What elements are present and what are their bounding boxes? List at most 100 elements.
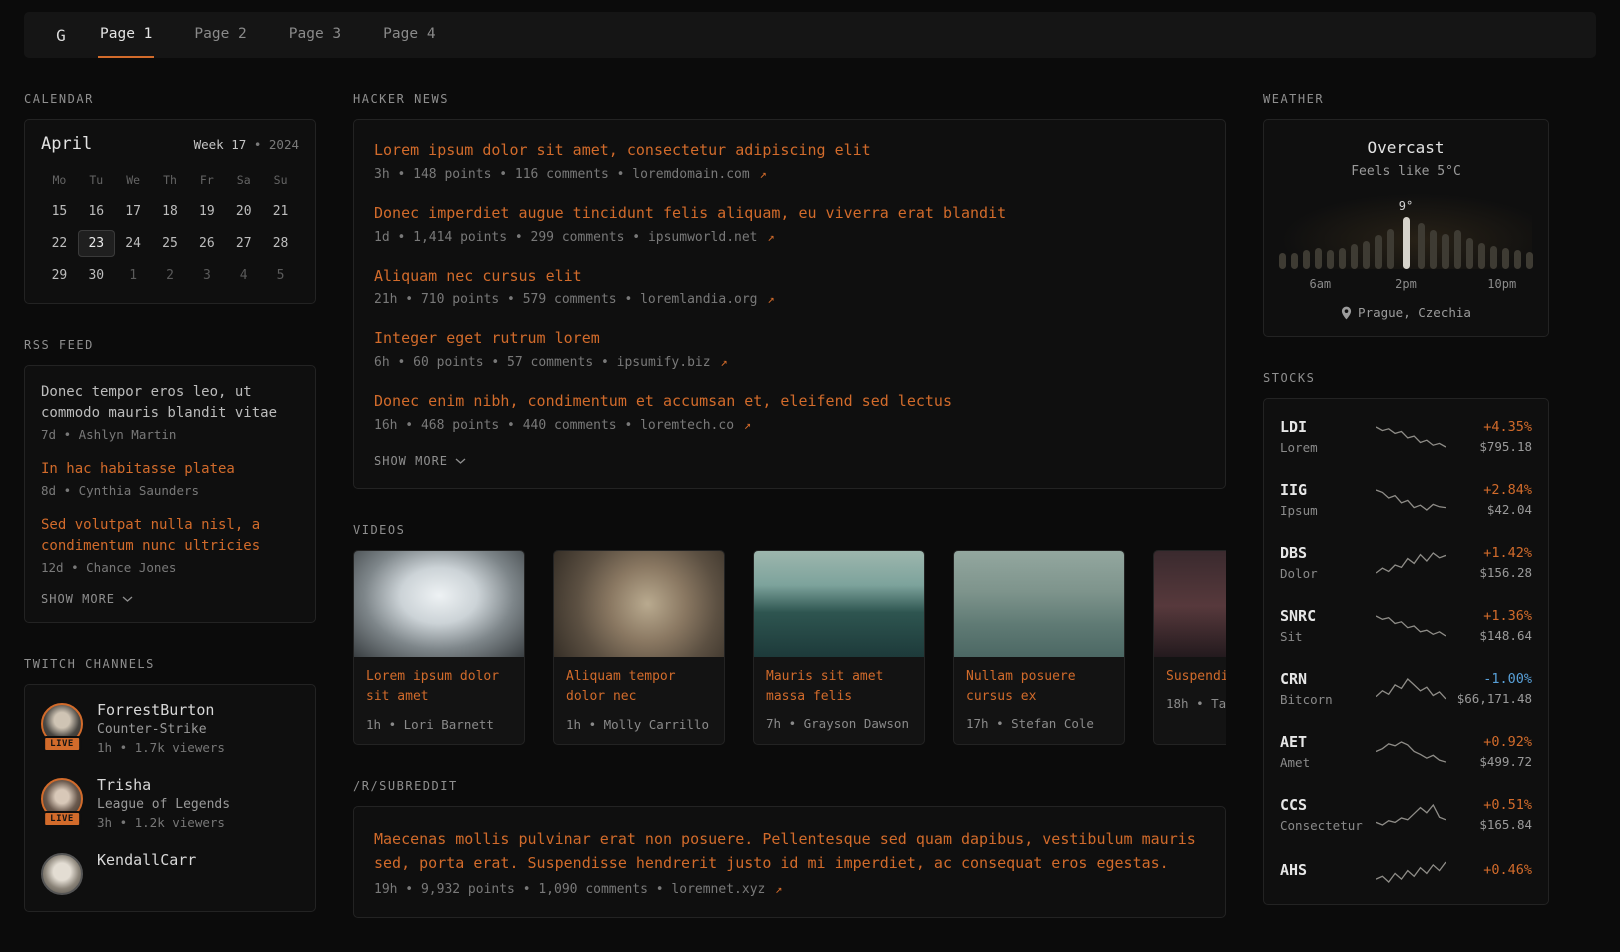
hn-story-domain[interactable]: loremdomain.com xyxy=(632,167,749,182)
hn-story-domain[interactable]: ipsumworld.net xyxy=(648,230,758,245)
stock-price: $42.04 xyxy=(1446,502,1532,517)
calendar-dow-label: Mo xyxy=(41,166,78,193)
weather-hour-bar xyxy=(1279,235,1286,269)
video-card[interactable]: Mauris sit amet massa felis 7h • Grayson… xyxy=(753,550,925,745)
tab-page-2[interactable]: Page 2 xyxy=(192,12,248,58)
calendar-dow-label: Tu xyxy=(78,166,115,193)
video-card[interactable]: Nullam posuere cursus ex 17h • Stefan Co… xyxy=(953,550,1125,745)
video-thumbnail xyxy=(754,551,924,657)
stock-change: +2.84% xyxy=(1446,482,1532,498)
weather-hourly-bars: 9° xyxy=(1280,193,1532,269)
section-title-calendar: CALENDAR xyxy=(24,92,316,106)
stock-name: Amet xyxy=(1280,755,1376,770)
rss-item-link[interactable]: Sed volutpat nulla nisl, a condimentum n… xyxy=(41,515,299,557)
video-info: Aliquam tempor dolor nec pharetra… 1h • … xyxy=(554,657,724,744)
weather-hour-bar xyxy=(1442,216,1449,269)
hn-story-link[interactable]: Donec imperdiet augue tincidunt felis al… xyxy=(374,203,1205,225)
weather-hour-bar xyxy=(1303,232,1310,269)
stock-ticker: LDI xyxy=(1280,418,1376,436)
hn-story: Aliquam nec cursus elit 21h • 710 points… xyxy=(374,266,1205,308)
stock-ticker: SNRC xyxy=(1280,607,1376,625)
weather-location: Prague, Czechia xyxy=(1280,305,1532,320)
hn-story-link[interactable]: Aliquam nec cursus elit xyxy=(374,266,1205,288)
hn-story: Lorem ipsum dolor sit amet, consectetur … xyxy=(374,140,1205,182)
rss-item-link[interactable]: Donec tempor eros leo, ut commodo mauris… xyxy=(41,382,299,424)
stock-row: IIGIpsum +2.84%$42.04 xyxy=(1280,468,1532,531)
calendar-day: 5 xyxy=(262,262,299,289)
calendar-day: 18 xyxy=(152,198,189,225)
hn-story-domain[interactable]: loremtech.co xyxy=(640,418,734,433)
hn-story-meta: 21h • 710 points • 579 comments • loreml… xyxy=(374,292,1205,307)
stock-row: CCSConsectetur +0.51%$165.84 xyxy=(1280,783,1532,846)
twitch-channel-row[interactable]: LIVE Trisha League of Legends 3h • 1.2k … xyxy=(41,776,299,830)
avatar xyxy=(41,853,83,895)
rss-item-meta: 7d • Ashlyn Martin xyxy=(41,427,299,442)
external-link-icon: ↗ xyxy=(767,292,774,306)
hn-story-domain[interactable]: ipsumify.biz xyxy=(617,355,711,370)
twitch-widget: TWITCH CHANNELS LIVE ForrestBurton Count… xyxy=(24,657,316,912)
hn-story-domain[interactable]: loremlandia.org xyxy=(640,292,757,307)
hn-story-link[interactable]: Lorem ipsum dolor sit amet, consectetur … xyxy=(374,140,1205,162)
stock-row: LDILorem +4.35%$795.18 xyxy=(1280,405,1532,468)
stock-row: DBSDolor +1.42%$156.28 xyxy=(1280,531,1532,594)
weather-hour-bar xyxy=(1339,230,1346,269)
location-pin-icon xyxy=(1341,306,1352,320)
weather-hour-bar xyxy=(1387,211,1394,269)
avatar-wrap: LIVE xyxy=(41,778,83,820)
app-logo[interactable]: G xyxy=(34,26,88,45)
stocks-widget: STOCKS LDILorem +4.35%$795.18 IIGIpsum +… xyxy=(1263,371,1549,905)
calendar-dow-label: Fr xyxy=(188,166,225,193)
video-title: Mauris sit amet massa felis xyxy=(766,667,912,707)
live-badge: LIVE xyxy=(43,736,81,752)
tab-page-4[interactable]: Page 4 xyxy=(381,12,437,58)
twitch-channel-row[interactable]: LIVE ForrestBurton Counter-Strike 1h • 1… xyxy=(41,701,299,755)
weather-hour-bar xyxy=(1291,235,1298,269)
subreddit-post-domain[interactable]: loremnet.xyz xyxy=(671,882,765,897)
weather-hour-bar xyxy=(1490,228,1497,269)
stock-change: +4.35% xyxy=(1446,419,1532,435)
video-thumbnail xyxy=(954,551,1124,657)
stock-ticker: AHS xyxy=(1280,861,1376,879)
calendar-day: 2 xyxy=(152,262,189,289)
calendar-day: 3 xyxy=(188,262,225,289)
hn-show-more-button[interactable]: SHOW MORE xyxy=(374,454,466,468)
subreddit-post-meta: 19h • 9,932 points • 1,090 comments • lo… xyxy=(374,882,1205,897)
tab-page-3[interactable]: Page 3 xyxy=(287,12,343,58)
twitch-channel-info: KendallCarr xyxy=(97,851,196,872)
stock-ticker: AET xyxy=(1280,733,1376,751)
weather-card: Overcast Feels like 5°C 9° 6am 2pm 10pm … xyxy=(1263,119,1549,337)
stock-change: +0.92% xyxy=(1446,734,1532,750)
weather-hour-bar xyxy=(1514,232,1521,269)
rss-item: Donec tempor eros leo, ut commodo mauris… xyxy=(41,382,299,442)
twitch-channel-meta: 1h • 1.7k viewers xyxy=(97,740,225,755)
stock-row: AETAmet +0.92%$499.72 xyxy=(1280,720,1532,783)
tab-page-1[interactable]: Page 1 xyxy=(98,12,154,58)
calendar-grid: MoTuWeThFrSaSu15161718192021222324252627… xyxy=(41,166,299,289)
calendar-day: 1 xyxy=(115,262,152,289)
weather-hour-bar xyxy=(1430,212,1437,269)
calendar-day: 16 xyxy=(78,198,115,225)
video-info: Nullam posuere cursus ex 17h • Stefan Co… xyxy=(954,657,1124,743)
subreddit-post-link[interactable]: Maecenas mollis pulvinar erat non posuer… xyxy=(374,827,1205,875)
section-title-videos: VIDEOS xyxy=(353,523,1226,537)
video-meta: 7h • Grayson Dawson xyxy=(766,716,912,731)
hn-story-meta: 1d • 1,414 points • 299 comments • ipsum… xyxy=(374,230,1205,245)
hn-story-link[interactable]: Integer eget rutrum lorem xyxy=(374,328,1205,350)
rss-item-link[interactable]: In hac habitasse platea xyxy=(41,459,299,480)
video-info: Lorem ipsum dolor sit amet consectetu… 1… xyxy=(354,657,524,744)
stock-row: SNRCSit +1.36%$148.64 xyxy=(1280,594,1532,657)
calendar-day: 21 xyxy=(262,198,299,225)
stock-change: +1.42% xyxy=(1446,545,1532,561)
video-info: Mauris sit amet massa felis 7h • Grayson… xyxy=(754,657,924,743)
weather-time-label: 2pm xyxy=(1395,277,1417,291)
rss-show-more-button[interactable]: SHOW MORE xyxy=(41,592,133,606)
subreddit-post: Maecenas mollis pulvinar erat non posuer… xyxy=(374,827,1205,897)
video-meta: 1h • Molly Carrillo xyxy=(566,717,712,732)
stock-sparkline xyxy=(1376,676,1446,702)
left-column: CALENDAR April Week 17 • 2024 MoTuWeThFr… xyxy=(24,92,316,946)
video-card[interactable]: Lorem ipsum dolor sit amet consectetu… 1… xyxy=(353,550,525,745)
hn-story-link[interactable]: Donec enim nibh, condimentum et accumsan… xyxy=(374,391,1205,413)
video-card[interactable]: Aliquam tempor dolor nec pharetra… 1h • … xyxy=(553,550,725,745)
twitch-channel-row[interactable]: KendallCarr xyxy=(41,851,299,895)
video-card[interactable]: Suspendisse diam 18h • Tara xyxy=(1153,550,1226,745)
